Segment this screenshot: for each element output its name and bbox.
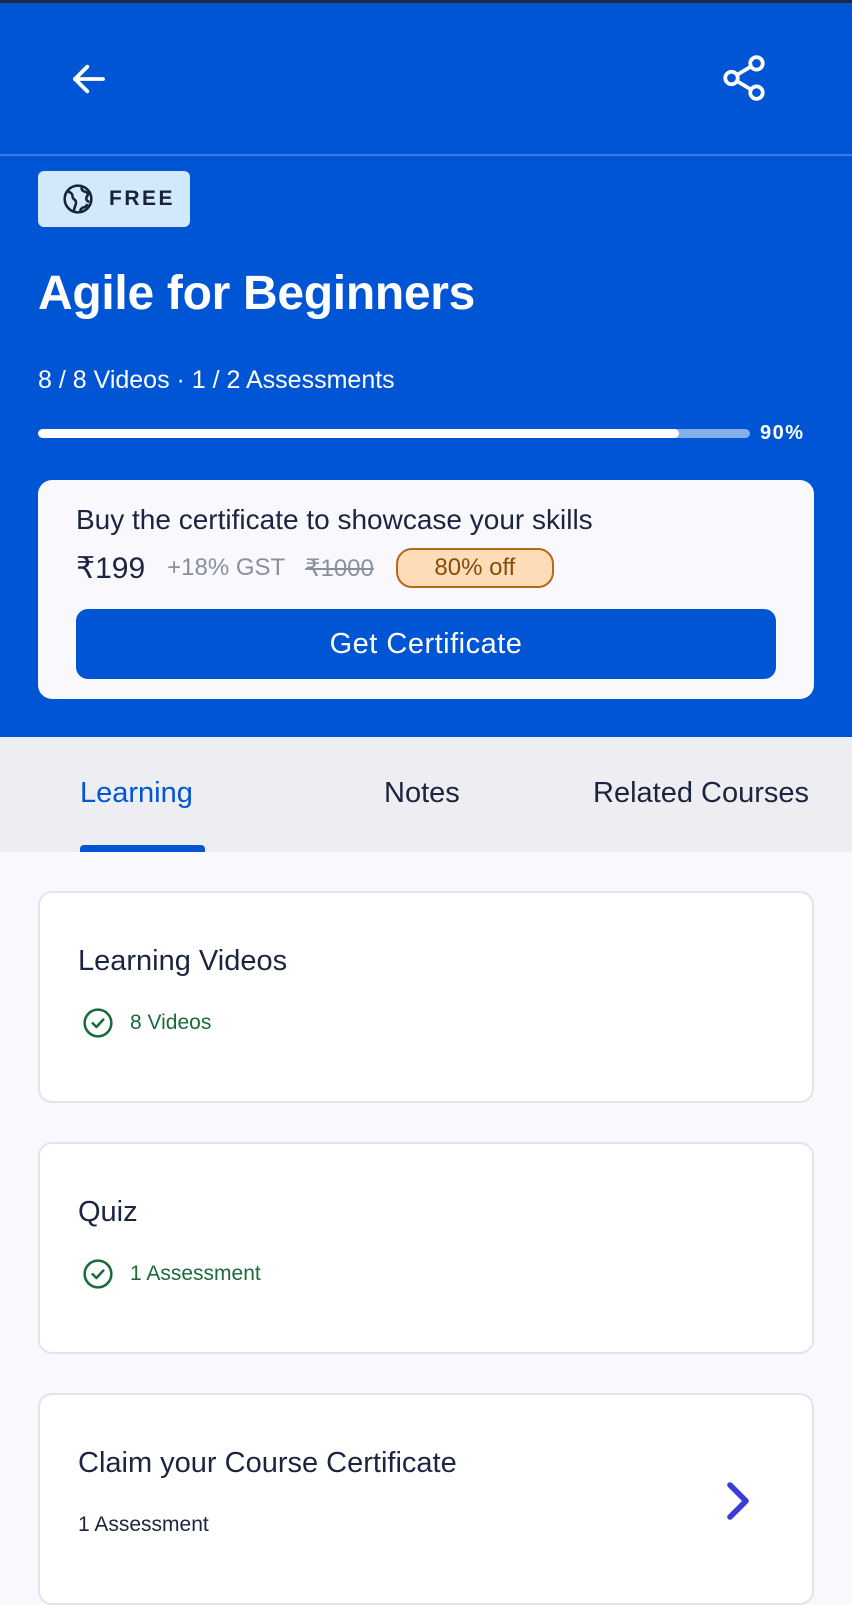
section-card-learning-videos[interactable]: Learning Videos 8 Videos [38,891,814,1103]
certificate-price: ₹199 [76,551,146,585]
status-bar-strip [0,0,852,3]
section-status-text: 1 Assessment [78,1513,209,1536]
section-status: 1 Assessment [82,1258,261,1290]
discount-badge: 80% off [395,548,554,588]
original-price: ₹1000 [305,554,374,582]
certificate-promo-card: Buy the certificate to showcase your ski… [38,480,814,699]
section-title: Quiz [78,1196,138,1228]
gst-note: +18% GST [167,554,286,581]
section-status-text: 8 Videos [130,1011,212,1034]
section-card-quiz[interactable]: Quiz 1 Assessment [38,1142,814,1354]
share-button[interactable] [716,50,772,106]
section-card-claim-certificate[interactable]: Claim your Course Certificate 1 Assessme… [38,1393,814,1605]
section-title: Claim your Course Certificate [78,1447,457,1479]
globe-icon [63,184,93,214]
course-progress-summary: 8 / 8 Videos · 1 / 2 Assessments [38,366,395,394]
active-tab-indicator [80,845,205,852]
course-tabs: Learning Notes Related Courses [0,737,852,852]
check-circle-icon [83,1259,113,1289]
free-badge: FREE [38,171,190,227]
tab-notes[interactable]: Notes [384,777,460,810]
course-progress-percent: 90% [760,422,805,444]
course-header: FREE Agile for Beginners 8 / 8 Videos · … [0,0,852,737]
share-icon [723,55,765,101]
course-progress-fill [38,429,679,438]
tab-related-courses[interactable]: Related Courses [593,777,809,810]
course-progress-bar [38,429,750,438]
certificate-promo-heading: Buy the certificate to showcase your ski… [76,504,593,535]
section-status: 8 Videos [82,1007,211,1039]
price-row: ₹199 +18% GST ₹1000 80% off [76,546,554,590]
free-badge-label: FREE [109,187,176,210]
section-title: Learning Videos [78,945,288,977]
section-status-text: 1 Assessment [130,1262,261,1285]
check-circle-icon [83,1008,113,1038]
course-title: Agile for Beginners [38,267,476,320]
arrow-left-icon [73,64,105,94]
chevron-right-icon[interactable] [724,1481,752,1521]
header-divider [0,154,852,156]
tab-learning[interactable]: Learning [80,777,193,810]
back-button[interactable] [62,52,116,106]
get-certificate-button[interactable]: Get Certificate [76,609,776,679]
